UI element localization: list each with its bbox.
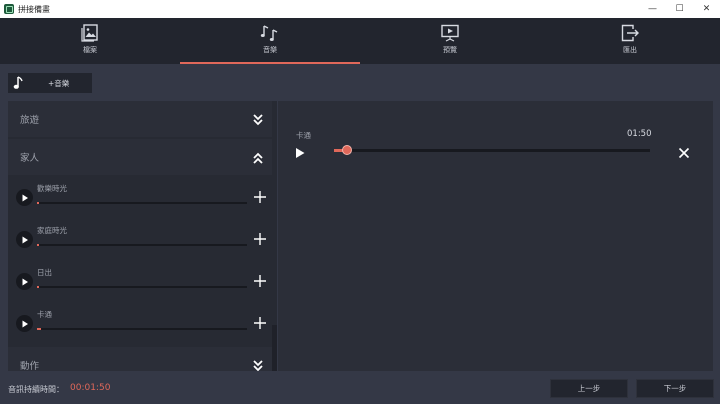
tab-preview[interactable]: 預覽 (360, 18, 540, 64)
close-window-button[interactable]: ✕ (693, 0, 720, 18)
tab-preview-label: 預覽 (443, 46, 457, 54)
track-progress-fill (37, 244, 39, 246)
add-music-label: +音樂 (48, 78, 70, 88)
top-nav: 檔案 音樂 預覽 匯出 (0, 18, 720, 64)
audio-duration-value: 00:01:50 (70, 383, 111, 393)
tab-music-label: 音樂 (263, 46, 277, 54)
music-notes-icon (260, 24, 280, 42)
track-progress-bar[interactable] (37, 202, 247, 204)
add-track-icon[interactable] (253, 189, 267, 203)
close-icon[interactable] (678, 144, 690, 159)
music-library-panel: 旅遊 家人 歡樂時光 家庭時光 日出 卡通 動作 (8, 101, 277, 371)
window-title: 拼接備畫 (18, 4, 50, 14)
selected-track-duration: 01:50 (627, 129, 652, 139)
tab-file-label: 檔案 (83, 46, 97, 54)
track-item: 歡樂時光 (8, 177, 272, 219)
library-scrollbar[interactable] (272, 101, 277, 371)
tab-file[interactable]: 檔案 (0, 18, 180, 64)
audio-duration-label: 音訊持續時間： (8, 385, 64, 394)
previous-step-button[interactable]: 上一步 (550, 379, 628, 398)
add-track-icon[interactable] (253, 231, 267, 245)
category-action-label: 動作 (20, 361, 40, 371)
next-step-button[interactable]: 下一步 (636, 379, 714, 398)
play-icon[interactable] (16, 315, 33, 332)
music-note-icon (10, 76, 26, 90)
add-music-button[interactable]: +音樂 (8, 73, 92, 93)
title-bar: 拼接備畫 — ☐ ✕ (0, 0, 720, 18)
seek-knob[interactable] (342, 145, 352, 155)
track-item: 家庭時光 (8, 219, 272, 261)
play-icon[interactable] (16, 231, 33, 248)
minimize-button[interactable]: — (639, 0, 666, 18)
export-icon (620, 24, 640, 42)
play-icon[interactable] (294, 144, 306, 158)
selected-music-panel: 卡通 01:50 (278, 101, 713, 371)
track-progress-fill (37, 202, 39, 204)
add-track-icon[interactable] (253, 315, 267, 329)
track-progress-bar[interactable] (37, 244, 247, 246)
category-travel-label: 旅遊 (20, 115, 40, 126)
track-progress-bar[interactable] (37, 286, 247, 288)
track-item: 日出 (8, 261, 272, 303)
category-family-label: 家人 (20, 153, 40, 164)
category-travel[interactable]: 旅遊 (8, 101, 272, 137)
track-progress-bar[interactable] (37, 328, 247, 330)
track-progress-fill (37, 286, 39, 288)
selected-track-name: 卡通 (296, 131, 311, 140)
track-name: 家庭時光 (37, 226, 67, 235)
play-icon[interactable] (16, 273, 33, 290)
maximize-button[interactable]: ☐ (666, 0, 693, 18)
category-action[interactable]: 動作 (8, 347, 272, 371)
app-icon (4, 4, 14, 14)
track-name: 日出 (37, 268, 52, 277)
window-controls: — ☐ ✕ (639, 0, 720, 18)
track-progress-fill (37, 328, 41, 330)
track-name: 卡通 (37, 310, 52, 319)
chevron-double-up-icon[interactable] (252, 150, 264, 169)
tab-export-label: 匯出 (623, 46, 637, 54)
chevron-double-down-icon[interactable] (252, 112, 264, 131)
track-item: 卡通 (8, 303, 272, 345)
tab-music[interactable]: 音樂 (180, 18, 360, 64)
category-family[interactable]: 家人 (8, 139, 272, 175)
chevron-double-down-icon[interactable] (252, 358, 264, 371)
track-name: 歡樂時光 (37, 184, 67, 193)
tab-export[interactable]: 匯出 (540, 18, 720, 64)
scrollbar-thumb[interactable] (272, 325, 277, 371)
preview-screen-icon (440, 24, 460, 42)
add-track-icon[interactable] (253, 273, 267, 287)
play-icon[interactable] (16, 189, 33, 206)
selected-track-progress-bar[interactable] (334, 145, 650, 155)
file-image-icon (80, 24, 100, 42)
